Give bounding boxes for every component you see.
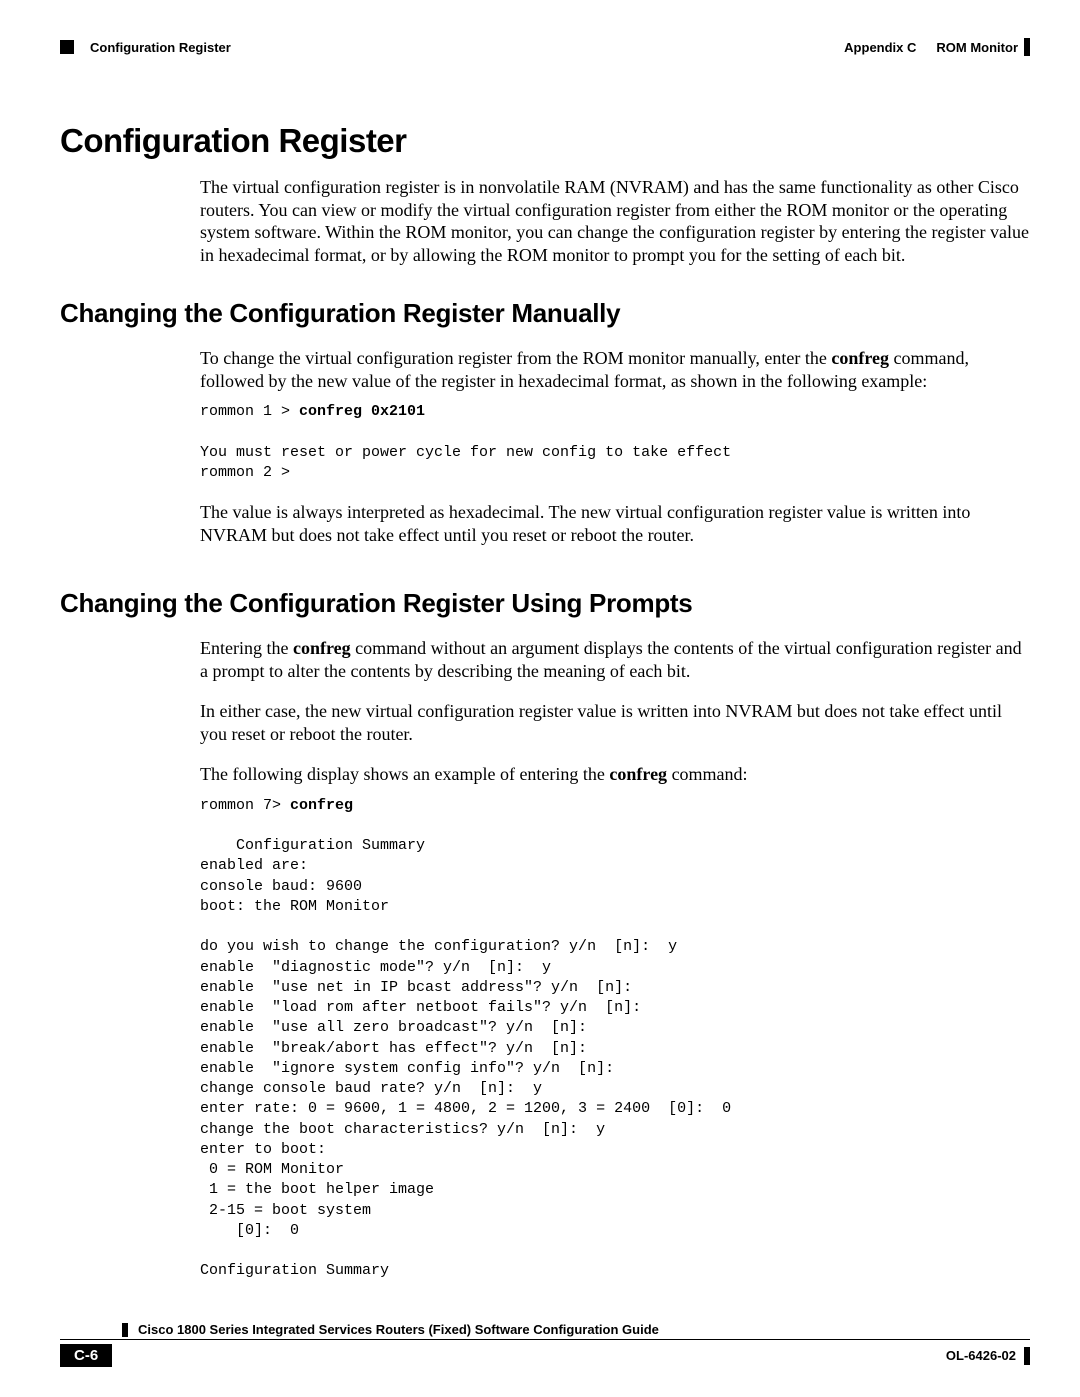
manual-p1-command: confreg <box>831 348 889 368</box>
header-marker-icon <box>60 40 74 54</box>
header-appendix-label: Appendix C <box>844 40 916 55</box>
footer-end-marker-icon <box>1024 1347 1030 1365</box>
code1-command: confreg 0x2101 <box>299 403 425 420</box>
footer-doc-number: OL-6426-02 <box>946 1348 1016 1363</box>
code-example-2: rommon 7> confreg Configuration Summary … <box>200 796 1030 1282</box>
code-example-1: rommon 1 > confreg 0x2101 You must reset… <box>200 402 1030 483</box>
page-title: Configuration Register <box>60 122 1030 160</box>
manual-p1-text-a: To change the virtual configuration regi… <box>200 348 831 368</box>
header-appendix-title: ROM Monitor <box>936 40 1018 55</box>
manual-paragraph-2: The value is always interpreted as hexad… <box>200 501 1030 546</box>
prompts-p1-command: confreg <box>293 638 351 658</box>
prompts-paragraph-1: Entering the confreg command without an … <box>200 637 1030 682</box>
page-header: Configuration Register Appendix C ROM Mo… <box>60 38 1030 60</box>
footer-bottom-row: C-6 OL-6426-02 <box>60 1344 1030 1367</box>
prompts-p3-text-b: command: <box>667 764 747 784</box>
footer-doc-number-group: OL-6426-02 <box>946 1347 1030 1365</box>
intro-paragraph: The virtual configuration register is in… <box>200 176 1030 266</box>
page-number: C-6 <box>60 1344 112 1367</box>
code1-output: You must reset or power cycle for new co… <box>200 444 731 481</box>
prompts-p3-command: confreg <box>609 764 667 784</box>
prompts-paragraph-2: In either case, the new virtual configur… <box>200 700 1030 745</box>
prompts-p3-text-a: The following display shows an example o… <box>200 764 609 784</box>
page-footer: Cisco 1800 Series Integrated Services Ro… <box>60 1322 1030 1367</box>
code1-prompt: rommon 1 > <box>200 403 299 420</box>
footer-title-row: Cisco 1800 Series Integrated Services Ro… <box>60 1322 1030 1340</box>
header-left-group: Configuration Register <box>60 40 231 55</box>
code2-prompt: rommon 7> <box>200 797 290 814</box>
manual-paragraph-1: To change the virtual configuration regi… <box>200 347 1030 392</box>
footer-marker-icon <box>122 1323 128 1337</box>
header-section-name: Configuration Register <box>90 40 231 55</box>
code2-output: Configuration Summary enabled are: conso… <box>200 837 731 1279</box>
section-heading-prompts: Changing the Configuration Register Usin… <box>60 588 1030 619</box>
header-right-group: Appendix C ROM Monitor <box>844 38 1030 56</box>
prompts-p1-text-a: Entering the <box>200 638 293 658</box>
document-page: Configuration Register Appendix C ROM Mo… <box>0 0 1080 1397</box>
header-end-marker-icon <box>1024 38 1030 56</box>
footer-doc-title: Cisco 1800 Series Integrated Services Ro… <box>138 1322 659 1337</box>
code2-command: confreg <box>290 797 353 814</box>
prompts-paragraph-3: The following display shows an example o… <box>200 763 1030 786</box>
section-heading-manual: Changing the Configuration Register Manu… <box>60 298 1030 329</box>
